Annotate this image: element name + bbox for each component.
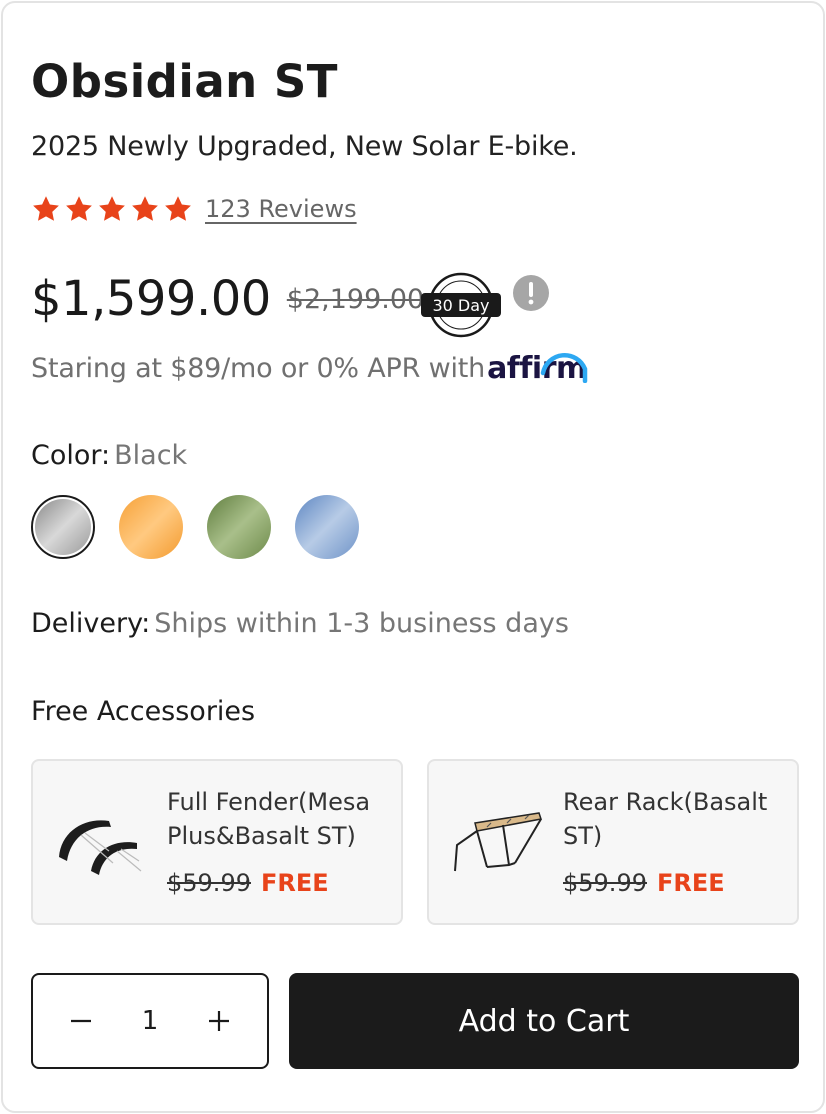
selected-color: Black [114, 440, 188, 471]
swatch-color [207, 495, 271, 559]
color-label-text: Color: [31, 440, 111, 471]
accessory-name: Full Fender(Mesa Plus&Basalt ST) [167, 788, 371, 850]
affirm-logo: affirm [487, 351, 588, 386]
star-icon [165, 196, 191, 221]
affirm-arc-icon [540, 352, 588, 383]
quantity-value[interactable]: 1 [142, 1006, 159, 1036]
financing-text: Staring at $89/mo or 0% APR with [31, 353, 486, 384]
accessory-prices: $59.99 FREE [563, 869, 725, 897]
star-icon [66, 196, 92, 221]
info-icon[interactable] [513, 275, 549, 311]
reviews-link[interactable]: 123 Reviews [205, 195, 357, 223]
swatch-color [119, 495, 183, 559]
accessory-name: Rear Rack(Basalt ST) [563, 788, 768, 850]
price-row: $1,599.00 $2,199.00 [31, 271, 424, 327]
accessory-old-price: $59.99 [167, 869, 251, 897]
increase-quantity-button[interactable] [199, 1001, 239, 1041]
original-price: $2,199.00 [286, 283, 425, 315]
product-title: Obsidian ST [31, 55, 338, 108]
delivery-label: Delivery: [31, 608, 151, 639]
accessories-title: Free Accessories [31, 696, 256, 727]
swatch-black[interactable] [31, 495, 95, 559]
swatch-color [295, 495, 359, 559]
guarantee-badge-icon: 30 Day [421, 272, 501, 338]
star-icon [99, 196, 125, 221]
star-icon [33, 196, 59, 221]
rear-rack-image [454, 812, 542, 872]
swatch-color [35, 499, 91, 555]
accessory-prices: $59.99 FREE [167, 869, 329, 897]
guarantee-label: 30 Day [432, 296, 489, 315]
star-icon [132, 196, 158, 221]
color-swatches [31, 495, 359, 559]
product-subtitle: 2025 Newly Upgraded, New Solar E-bike. [31, 131, 578, 162]
current-price: $1,599.00 [31, 271, 271, 327]
swatch-orange[interactable] [119, 495, 183, 559]
delivery-info: Delivery: Ships within 1-3 business days [31, 608, 569, 639]
financing-info: Staring at $89/mo or 0% APR with affirm [31, 351, 588, 386]
swatch-green[interactable] [207, 495, 271, 559]
swatch-blue[interactable] [295, 495, 359, 559]
accessory-card-rack[interactable]: Rear Rack(Basalt ST) $59.99 FREE [427, 759, 799, 925]
quantity-stepper: 1 [31, 973, 269, 1069]
fender-image [59, 820, 142, 875]
decrease-quantity-button[interactable] [61, 1001, 101, 1041]
plus-icon [208, 1011, 229, 1031]
product-card: Obsidian ST 2025 Newly Upgraded, New Sol… [1, 1, 825, 1113]
star-rating [31, 194, 193, 224]
minus-icon [71, 1019, 91, 1023]
rating: 123 Reviews [31, 194, 357, 224]
color-label: Color: Black [31, 440, 187, 471]
add-to-cart-button[interactable]: Add to Cart [289, 973, 799, 1069]
accessory-card-fender[interactable]: Full Fender(Mesa Plus&Basalt ST) $59.99 … [31, 759, 403, 925]
accessory-free-label: FREE [656, 869, 725, 897]
accessory-free-label: FREE [260, 869, 329, 897]
delivery-value: Ships within 1-3 business days [154, 608, 569, 639]
accessory-old-price: $59.99 [563, 869, 647, 897]
